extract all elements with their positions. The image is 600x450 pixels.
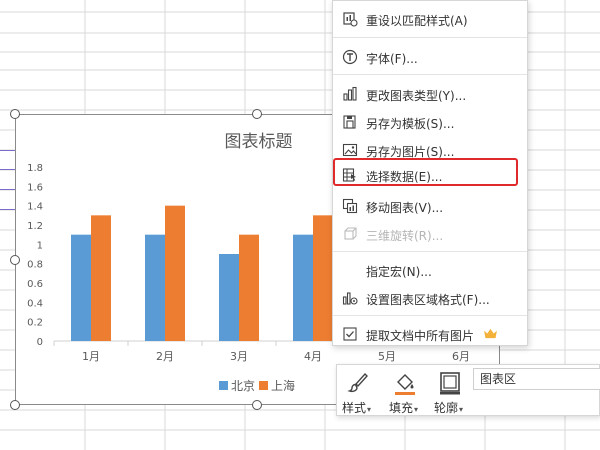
- resize-handle-bottom-left[interactable]: [10, 400, 20, 410]
- bar-beijing[interactable]: [219, 254, 239, 341]
- y-tick-label: 0.6: [27, 279, 43, 290]
- menu-separator: [333, 251, 527, 252]
- resize-handle-bottom-center[interactable]: [252, 400, 262, 410]
- style-dropdown-icon: ▾: [367, 405, 372, 414]
- menu-separator: [333, 315, 527, 316]
- x-tick-label: 4月: [304, 350, 322, 363]
- x-tick-label: 3月: [230, 350, 248, 363]
- 3d-rotate-icon: [344, 227, 357, 240]
- premium-crown-icon: [484, 328, 497, 339]
- x-tick-label: 1月: [82, 350, 100, 363]
- save-template-icon: [343, 115, 356, 129]
- y-tick-label: 0.4: [27, 298, 43, 309]
- bar-shanghai[interactable]: [91, 215, 111, 341]
- outline-label: 轮廓: [434, 401, 459, 415]
- menu-item-extract-images[interactable]: 提取文档中所有图片: [333, 321, 527, 347]
- style-label: 样式: [342, 401, 367, 415]
- move-chart-icon: [342, 198, 358, 214]
- outline-button[interactable]: 轮廓▾: [429, 367, 471, 415]
- menu-label-change-chart-type: 更改图表类型(Y)...: [366, 89, 467, 103]
- chart-element-selector[interactable]: 图表区: [473, 368, 600, 390]
- bar-beijing[interactable]: [145, 234, 165, 341]
- resize-handle-middle-left[interactable]: [10, 255, 20, 265]
- bar-shanghai[interactable]: [239, 234, 259, 341]
- menu-label-font: 字体(F)...: [366, 52, 418, 66]
- y-tick-label: 1.6: [27, 182, 43, 193]
- format-area-icon: [342, 292, 358, 305]
- font-icon: [342, 49, 358, 65]
- menu-label-move-chart: 移动图表(V)...: [366, 201, 444, 215]
- menu-label-extract-images: 提取文档中所有图片: [366, 329, 475, 343]
- legend-item-beijing: 北京: [219, 377, 255, 394]
- y-tick-label: 1: [37, 240, 43, 251]
- fill-label: 填充: [389, 401, 414, 415]
- y-tick-label: 0: [37, 337, 43, 348]
- reset-style-icon: [343, 12, 358, 27]
- menu-label-assign-macro: 指定宏(N)...: [366, 265, 432, 279]
- fill-button[interactable]: 填充▾: [384, 367, 426, 415]
- save-image-icon: [342, 143, 358, 157]
- menu-label-save-as-template: 另存为模板(S)...: [366, 117, 455, 131]
- menu-separator: [333, 74, 527, 75]
- resize-handle-top-left[interactable]: [10, 109, 20, 119]
- outline-square-icon: [440, 372, 460, 395]
- style-button[interactable]: 样式▾: [337, 367, 379, 415]
- menu-item-reset-style[interactable]: 重设以匹配样式(A): [333, 6, 527, 32]
- x-tick-label: 6月: [452, 350, 470, 363]
- legend-label-shanghai: 上海: [271, 379, 296, 393]
- outline-dropdown-icon: ▾: [459, 405, 464, 414]
- bar-shanghai[interactable]: [165, 205, 185, 341]
- x-tick-label: 5月: [378, 350, 396, 363]
- legend-item-shanghai: 上海: [259, 377, 295, 394]
- y-tick-label: 0.2: [27, 318, 43, 329]
- menu-item-change-chart-type[interactable]: 更改图表类型(Y)...: [333, 81, 527, 107]
- select-data-highlight-box: [333, 158, 518, 186]
- menu-item-save-as-template[interactable]: 另存为模板(S)...: [333, 109, 527, 135]
- bar-beijing[interactable]: [71, 234, 91, 341]
- x-tick-label: 2月: [156, 350, 174, 363]
- y-tick-label: 1.8: [27, 163, 43, 174]
- menu-item-assign-macro[interactable]: 指定宏(N)...: [333, 257, 527, 283]
- chart-legend[interactable]: 北京 上海: [219, 377, 299, 394]
- menu-label-format-chart-area: 设置图表区域格式(F)...: [366, 293, 490, 307]
- selected-source-cells: [0, 150, 16, 210]
- y-tick-label: 1.2: [27, 221, 43, 232]
- chart-mini-toolbar: 样式▾ 填充▾ 轮廓▾ 图表区: [336, 364, 600, 416]
- menu-item-format-chart-area[interactable]: 设置图表区域格式(F)...: [333, 285, 527, 311]
- menu-label-3d-rotation: 三维旋转(R)...: [366, 229, 444, 243]
- y-tick-label: 0.8: [27, 260, 43, 271]
- menu-item-move-chart[interactable]: 移动图表(V)...: [333, 193, 527, 219]
- y-tick-label: 1.4: [27, 202, 43, 213]
- chart-type-icon: [343, 86, 357, 101]
- menu-separator: [333, 37, 527, 38]
- bar-beijing[interactable]: [293, 234, 313, 341]
- menu-item-font[interactable]: 字体(F)...: [333, 44, 527, 70]
- menu-item-3d-rotation: 三维旋转(R)...: [333, 221, 527, 247]
- extract-images-icon: [343, 327, 357, 341]
- fill-dropdown-icon: ▾: [414, 405, 419, 414]
- fill-bucket-icon: [395, 374, 415, 395]
- menu-label-reset-style: 重设以匹配样式(A): [366, 14, 468, 28]
- legend-label-beijing: 北京: [231, 379, 256, 393]
- bar-shanghai[interactable]: [313, 215, 333, 341]
- resize-handle-top-center[interactable]: [252, 109, 262, 119]
- legend-swatch-shanghai: [259, 381, 269, 390]
- brush-icon: [347, 372, 368, 393]
- legend-swatch-beijing: [219, 381, 228, 390]
